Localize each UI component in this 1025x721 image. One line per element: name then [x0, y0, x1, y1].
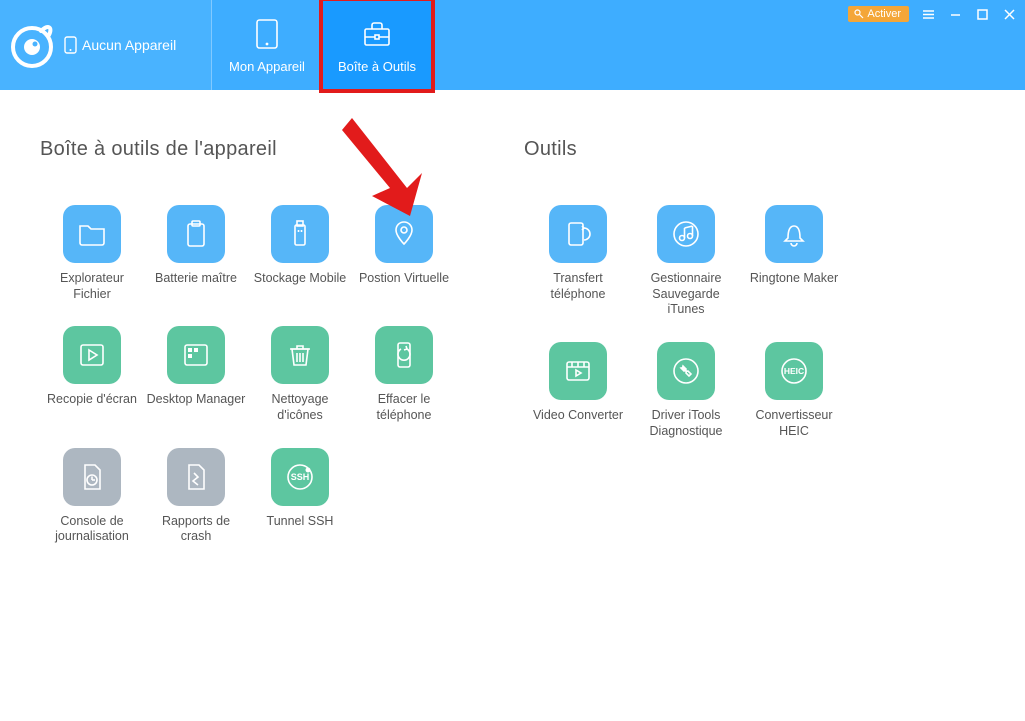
device-icon [64, 36, 77, 54]
tool-phone-transfer[interactable]: Transfert téléphone [524, 205, 632, 318]
tool-erase-phone[interactable]: Effacer le téléphone [352, 326, 456, 423]
tool-label: Driver iTools Diagnostique [636, 408, 736, 439]
tool-itunes-backup[interactable]: Gestionnaire Sauvegarde iTunes [632, 205, 740, 318]
bell-icon [765, 205, 823, 263]
tool-label: Console de journalisation [42, 514, 142, 545]
tool-label: Effacer le téléphone [354, 392, 454, 423]
device-status: Aucun Appareil [64, 36, 176, 54]
tool-driver-diagnostic[interactable]: Driver iTools Diagnostique [632, 342, 740, 439]
play-screen-icon [63, 326, 121, 384]
tools-grid: Transfert téléphone Gestionnaire Sauvega… [524, 205, 848, 439]
tool-screen-mirror[interactable]: Recopie d'écran [40, 326, 144, 423]
device-toolbox-column: Boîte à outils de l'appareil Explorateur… [40, 138, 456, 545]
tool-label: Nettoyage d'icônes [250, 392, 350, 423]
ssh-icon: SSH [271, 448, 329, 506]
section-title: Outils [524, 138, 848, 161]
crash-file-icon [167, 448, 225, 506]
device-status-label: Aucun Appareil [82, 37, 176, 53]
erase-phone-icon [375, 326, 433, 384]
window-controls: Activer [848, 6, 1017, 22]
tool-label: Tunnel SSH [250, 514, 350, 530]
trash-icon [271, 326, 329, 384]
tablet-icon [250, 17, 284, 51]
logo-area: Aucun Appareil [0, 0, 211, 90]
usb-icon [271, 205, 329, 263]
apps-grid-icon [167, 326, 225, 384]
tool-label: Batterie maître [146, 271, 246, 287]
tool-icon-cleanup[interactable]: Nettoyage d'icônes [248, 326, 352, 423]
tab-label: Mon Appareil [229, 59, 305, 74]
location-pin-icon [375, 205, 433, 263]
tab-toolbox[interactable]: Boîte à Outils [322, 0, 432, 90]
maximize-button[interactable] [975, 7, 990, 22]
tab-label: Boîte à Outils [338, 59, 416, 74]
tool-crash-reports[interactable]: Rapports de crash [144, 448, 248, 545]
key-icon [854, 9, 864, 19]
log-file-icon [63, 448, 121, 506]
tool-battery-master[interactable]: Batterie maître [144, 205, 248, 302]
tool-label: Desktop Manager [146, 392, 246, 408]
wrench-circle-icon [657, 342, 715, 400]
activate-label: Activer [867, 8, 901, 20]
tool-label: Video Converter [528, 408, 628, 424]
header: Aucun Appareil Mon Appareil Boîte à Outi… [0, 0, 1025, 90]
tool-label: Transfert téléphone [528, 271, 628, 302]
tool-ssh-tunnel[interactable]: SSH Tunnel SSH [248, 448, 352, 545]
toolbox-icon [360, 17, 394, 51]
clipboard-icon [167, 205, 225, 263]
svg-text:SSH: SSH [291, 472, 310, 482]
tool-mobile-storage[interactable]: Stockage Mobile [248, 205, 352, 302]
tool-label: Explorateur Fichier [42, 271, 142, 302]
minimize-button[interactable] [948, 7, 963, 22]
content: Boîte à outils de l'appareil Explorateur… [0, 90, 1025, 545]
tool-log-console[interactable]: Console de journalisation [40, 448, 144, 545]
close-button[interactable] [1002, 7, 1017, 22]
section-title: Boîte à outils de l'appareil [40, 138, 456, 161]
tool-label: Stockage Mobile [250, 271, 350, 287]
tool-label: Convertisseur HEIC [744, 408, 844, 439]
tool-label: Gestionnaire Sauvegarde iTunes [636, 271, 736, 318]
tool-ringtone-maker[interactable]: Ringtone Maker [740, 205, 848, 318]
folder-icon [63, 205, 121, 263]
tool-label: Recopie d'écran [42, 392, 142, 408]
tool-heic-converter[interactable]: HEIC Convertisseur HEIC [740, 342, 848, 439]
tool-virtual-position[interactable]: Postion Virtuelle [352, 205, 456, 302]
itunes-icon [657, 205, 715, 263]
app-logo-icon [8, 21, 56, 69]
header-tabs: Mon Appareil Boîte à Outils [211, 0, 432, 90]
tool-file-explorer[interactable]: Explorateur Fichier [40, 205, 144, 302]
svg-text:HEIC: HEIC [784, 366, 804, 376]
tab-my-device[interactable]: Mon Appareil [212, 0, 322, 90]
tool-label: Rapports de crash [146, 514, 246, 545]
transfer-icon [549, 205, 607, 263]
tools-column: Outils Transfert téléphone Gestionnaire … [524, 138, 848, 545]
activate-button[interactable]: Activer [848, 6, 909, 22]
menu-button[interactable] [921, 7, 936, 22]
tool-desktop-manager[interactable]: Desktop Manager [144, 326, 248, 423]
tool-label: Postion Virtuelle [354, 271, 454, 287]
heic-icon: HEIC [765, 342, 823, 400]
tool-video-converter[interactable]: Video Converter [524, 342, 632, 439]
tool-label: Ringtone Maker [744, 271, 844, 287]
device-tools-grid: Explorateur Fichier Batterie maître Stoc… [40, 205, 456, 545]
film-icon [549, 342, 607, 400]
